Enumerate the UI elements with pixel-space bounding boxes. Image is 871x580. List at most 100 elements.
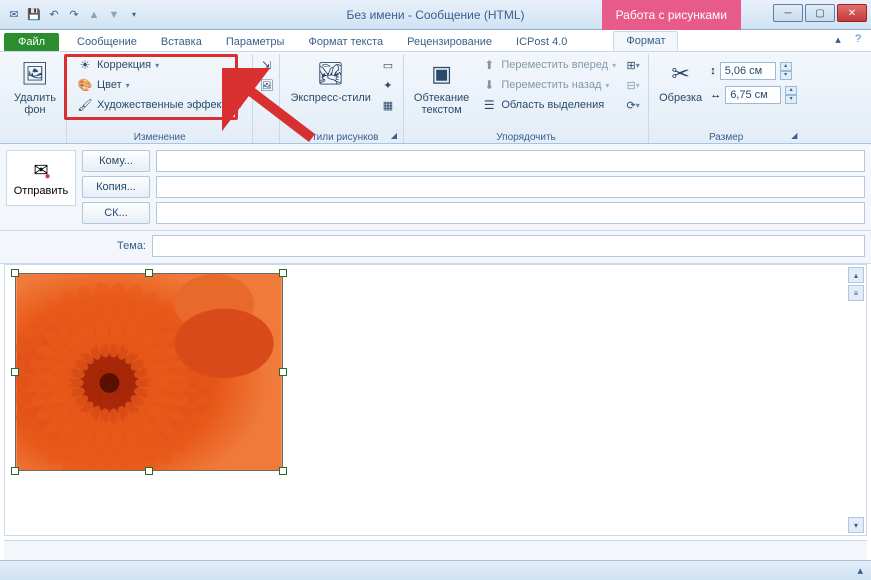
to-button[interactable]: Кому...	[82, 150, 150, 172]
subject-row: Тема:	[0, 231, 871, 264]
window-title: Без имени - Сообщение (HTML)	[346, 8, 524, 22]
qat-dropdown-icon[interactable]: ▾	[126, 7, 142, 23]
file-tab[interactable]: Файл	[4, 33, 59, 51]
group-icon[interactable]: ⊟▾	[624, 76, 642, 94]
ribbon: 🖼 Удалить фон ☀ Коррекция ▾ 🎨 Цвет ▾	[0, 52, 871, 144]
tab-insert[interactable]: Вставка	[149, 33, 214, 51]
chevron-down-icon: ▾	[238, 101, 242, 110]
color-button[interactable]: 🎨 Цвет ▾	[73, 76, 246, 94]
styles-icon: 🏞	[315, 58, 347, 90]
subject-input[interactable]	[152, 235, 865, 257]
remove-bg-icon: 🖼	[19, 58, 51, 90]
recipient-fields: Кому... Копия... СК...	[82, 150, 865, 224]
artistic-icon: 🖌	[77, 97, 93, 113]
corrections-button[interactable]: ☀ Коррекция ▾	[73, 56, 246, 74]
send-button[interactable]: ✉● Отправить	[6, 150, 76, 206]
resize-handle-nw[interactable]	[11, 269, 19, 277]
bcc-button[interactable]: СК...	[82, 202, 150, 224]
crop-icon: ✂	[665, 58, 697, 90]
selection-pane-icon: ☰	[481, 97, 497, 113]
rotate-icon[interactable]: ⟳▾	[624, 96, 642, 114]
resize-handle-s[interactable]	[145, 467, 153, 475]
color-icon: 🎨	[77, 77, 93, 93]
group-label-styles: Стили рисунков	[286, 130, 396, 143]
brightness-icon: ☀	[77, 57, 93, 73]
next-icon[interactable]: ▼	[106, 7, 122, 23]
help-icon[interactable]: ?	[851, 33, 865, 46]
width-row: ↔ 6,75 см ▴▾	[710, 86, 797, 104]
save-icon[interactable]: 💾	[26, 7, 42, 23]
width-spinner[interactable]: ▴▾	[785, 86, 797, 104]
ribbon-tabs: Файл Сообщение Вставка Параметры Формат …	[0, 30, 871, 52]
envelope-icon: ✉●	[33, 160, 48, 181]
remove-background-button[interactable]: 🖼 Удалить фон	[10, 56, 60, 118]
height-row: ↕ 5,06 см ▴▾	[710, 62, 797, 80]
maximize-button[interactable]: ▢	[805, 4, 835, 22]
to-input[interactable]	[156, 150, 865, 172]
pic-layout-icon[interactable]: ▦	[379, 96, 397, 114]
group-arrange: ▣ Обтекание текстом ⬆ Переместить вперед…	[404, 54, 649, 143]
minimize-button[interactable]: ─	[773, 4, 803, 22]
group-size: ✂ Обрезка ↕ 5,06 см ▴▾ ↔ 6,75 см ▴▾ Разм…	[649, 54, 803, 143]
prev-icon[interactable]: ▲	[86, 7, 102, 23]
width-icon: ↔	[710, 89, 721, 101]
selection-pane-button[interactable]: ☰ Область выделения	[477, 96, 620, 114]
group-label-arrange: Упорядочить	[410, 130, 642, 143]
flower-image	[15, 273, 283, 471]
pic-border-icon[interactable]: ▭	[379, 56, 397, 74]
tab-text-format[interactable]: Формат текста	[296, 33, 395, 51]
mail-body[interactable]: ▴ ≡ ▾	[4, 264, 867, 536]
cc-button[interactable]: Копия...	[82, 176, 150, 198]
selected-image[interactable]	[15, 273, 283, 471]
bcc-input[interactable]	[156, 202, 865, 224]
artistic-effects-button[interactable]: 🖌 Художественные эффекты ▾	[73, 96, 246, 114]
align-icon[interactable]: ⊞▾	[624, 56, 642, 74]
scroll-down-icon[interactable]: ▾	[848, 517, 864, 533]
contextual-tab-label: Работа с рисунками	[602, 0, 741, 30]
backward-icon: ⬇	[481, 77, 497, 93]
tab-icpost[interactable]: ICPost 4.0	[504, 33, 579, 51]
cc-input[interactable]	[156, 176, 865, 198]
resize-handle-se[interactable]	[279, 467, 287, 475]
resize-handle-n[interactable]	[145, 269, 153, 277]
rotate-handle[interactable]	[145, 264, 153, 265]
change-pic-icon[interactable]: 🖼	[257, 76, 275, 94]
status-arrow-icon[interactable]: ▴	[857, 564, 863, 577]
bring-forward-button[interactable]: ⬆ Переместить вперед ▾	[477, 56, 620, 74]
tab-message[interactable]: Сообщение	[65, 33, 149, 51]
group-remove-bg: 🖼 Удалить фон	[4, 54, 67, 143]
reset-pic-icon[interactable]: ↺	[257, 96, 275, 114]
pic-effects-icon[interactable]: ✦	[379, 76, 397, 94]
forward-icon: ⬆	[481, 57, 497, 73]
send-backward-button[interactable]: ⬇ Переместить назад ▾	[477, 76, 620, 94]
height-icon: ↕	[710, 65, 716, 77]
crop-button[interactable]: ✂ Обрезка	[655, 56, 706, 106]
width-input[interactable]: 6,75 см	[725, 86, 781, 104]
resize-handle-sw[interactable]	[11, 467, 19, 475]
compress-pic-icon[interactable]: ⇲	[257, 56, 275, 74]
group-label-size: Размер	[655, 130, 797, 143]
dialog-launcher-size[interactable]: ◢	[791, 131, 801, 141]
group-label-adjust: Изменение	[73, 130, 246, 143]
close-button[interactable]: ✕	[837, 4, 867, 22]
resize-handle-e[interactable]	[279, 368, 287, 376]
mail-header: ✉● Отправить Кому... Копия... СК...	[0, 144, 871, 231]
text-wrap-button[interactable]: ▣ Обтекание текстом	[410, 56, 473, 118]
status-bar: ▴	[0, 560, 871, 580]
tab-review[interactable]: Рецензирование	[395, 33, 504, 51]
scroll-up-icon[interactable]: ▴	[848, 267, 864, 283]
ribbon-collapse-icon[interactable]: ▴	[831, 33, 845, 46]
dialog-launcher-styles[interactable]: ◢	[391, 131, 401, 141]
height-input[interactable]: 5,06 см	[720, 62, 776, 80]
resize-handle-ne[interactable]	[279, 269, 287, 277]
height-spinner[interactable]: ▴▾	[780, 62, 792, 80]
group-label-empty	[10, 130, 60, 143]
undo-icon[interactable]: ↶	[46, 7, 62, 23]
tab-format[interactable]: Формат	[613, 31, 678, 51]
redo-icon[interactable]: ↷	[66, 7, 82, 23]
resize-handle-w[interactable]	[11, 368, 19, 376]
express-styles-button[interactable]: 🏞 Экспресс-стили	[286, 56, 374, 106]
tab-options[interactable]: Параметры	[214, 33, 297, 51]
scroll-thumb-icon[interactable]: ≡	[848, 285, 864, 301]
group-adjust-extra: ⇲ 🖼 ↺	[253, 54, 280, 143]
